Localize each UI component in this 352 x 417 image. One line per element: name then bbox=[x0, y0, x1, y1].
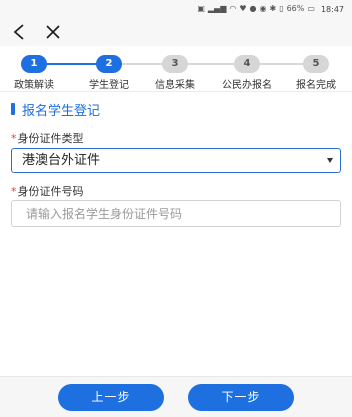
step-label: 信息采集 bbox=[155, 80, 195, 91]
section-accent-bar bbox=[11, 103, 15, 115]
back-button[interactable] bbox=[10, 21, 30, 43]
footer-bar: 上一步 下一步 bbox=[0, 376, 352, 417]
step-label: 政策解读 bbox=[14, 80, 54, 91]
close-button[interactable] bbox=[43, 21, 63, 43]
message-icon: ● bbox=[249, 4, 257, 13]
battery-percent: 66% bbox=[286, 4, 305, 13]
id-number-label-text: 身份证件号码 bbox=[17, 185, 84, 198]
step-number: 2 bbox=[96, 55, 122, 73]
next-step-button[interactable]: 下一步 bbox=[188, 384, 294, 411]
dropdown-caret-icon bbox=[327, 158, 333, 163]
id-number-input[interactable] bbox=[11, 200, 341, 227]
step-number: 5 bbox=[303, 55, 329, 73]
back-arrow-icon bbox=[13, 24, 24, 40]
step-label: 学生登记 bbox=[89, 80, 129, 91]
progress-stepper: 1 政策解读 2 学生登记 3 信息采集 4 公民办报名 5 报名完成 bbox=[0, 52, 352, 91]
step-2: 2 学生登记 bbox=[79, 55, 139, 91]
vibrate-icon: ▯ bbox=[279, 4, 284, 13]
prev-step-button[interactable]: 上一步 bbox=[58, 384, 164, 411]
step-3: 3 信息采集 bbox=[145, 55, 205, 91]
page: ▣ ▂▄▆ ◠ ♥ ● ◉ ✱ ▯ 66% ▭ 18:47 1 政策解读 2 学… bbox=[0, 0, 352, 417]
status-time: 18:47 bbox=[320, 4, 344, 14]
step-number: 3 bbox=[162, 55, 188, 73]
bluetooth-icon: ✱ bbox=[269, 4, 277, 13]
signal-icon: ▂▄▆ bbox=[207, 4, 227, 13]
section-title: 报名学生登记 bbox=[22, 104, 101, 119]
step-number: 1 bbox=[21, 55, 47, 73]
battery-icon: ▭ bbox=[307, 4, 315, 13]
id-type-select[interactable]: 港澳台外证件 bbox=[11, 148, 341, 173]
id-type-label-text: 身份证件类型 bbox=[17, 132, 84, 145]
step-4: 4 公民办报名 bbox=[217, 55, 277, 91]
close-icon bbox=[46, 25, 60, 39]
eye-icon: ◉ bbox=[259, 4, 267, 13]
nav-bar bbox=[0, 18, 352, 46]
required-mark: * bbox=[11, 185, 17, 198]
hd-icon: ▣ bbox=[197, 4, 205, 13]
step-label: 报名完成 bbox=[296, 80, 336, 91]
status-bar: ▣ ▂▄▆ ◠ ♥ ● ◉ ✱ ▯ 66% ▭ 18:47 bbox=[0, 0, 352, 18]
step-5: 5 报名完成 bbox=[286, 55, 346, 91]
step-label: 公民办报名 bbox=[222, 80, 272, 91]
id-number-label: *身份证件号码 bbox=[11, 183, 84, 199]
step-number: 4 bbox=[234, 55, 260, 73]
divider bbox=[0, 91, 352, 92]
required-mark: * bbox=[11, 132, 17, 145]
id-type-label: *身份证件类型 bbox=[11, 130, 84, 146]
wifi-icon: ◠ bbox=[229, 4, 237, 13]
step-1: 1 政策解读 bbox=[4, 55, 64, 91]
id-type-selected-value: 港澳台外证件 bbox=[22, 153, 101, 168]
heart-icon: ♥ bbox=[239, 4, 247, 13]
